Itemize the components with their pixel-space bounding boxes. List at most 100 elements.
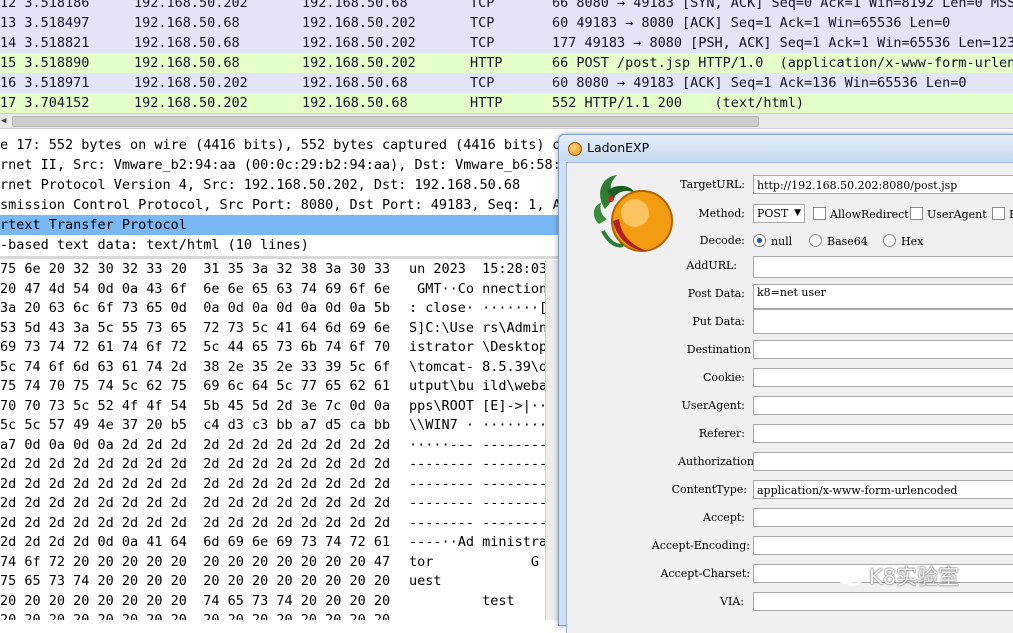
hex-bytes: 74 6f 72 20 20 20 20 20 20 20 20 20 20 2…: [0, 553, 391, 570]
packet-info: 552 HTTP/1.1 200 (text/html): [552, 95, 804, 111]
destination-label: Destination: [686, 343, 751, 356]
decode-hex-radio[interactable]: Hex: [883, 234, 923, 249]
post-data-input[interactable]: k8=net user: [753, 284, 1013, 309]
packet-no: 14 3.518821: [0, 35, 90, 51]
hex-bytes: 2d 2d 2d 2d 2d 2d 2d 2d 2d 2d 2d 2d 2d 2…: [0, 514, 391, 531]
packet-row[interactable]: 13 3.518497 192.168.50.68 192.168.50.202 TC…: [0, 13, 1013, 33]
target-url-label: TargetURL:: [680, 178, 745, 191]
packet-proto: TCP: [470, 0, 495, 11]
referer-input[interactable]: [753, 424, 1013, 443]
cookie-input[interactable]: [753, 368, 1013, 387]
via-input[interactable]: [753, 592, 1013, 611]
packet-bytes-pane[interactable]: 75 6e 20 32 30 32 33 20 31 35 3a 32 38 3…: [0, 260, 560, 620]
put-data-input[interactable]: [753, 309, 1013, 334]
hex-row[interactable]: 75 65 73 74 20 20 20 20 20 20 20 20 20 2…: [0, 572, 560, 592]
user-agent-label: UserAgent:: [681, 399, 745, 412]
packet-list-horizontal-scrollbar[interactable]: ◀: [0, 113, 1013, 129]
packet-info: 60 8080 → 49183 [ACK] Seq=1 Ack=136 Win=…: [552, 75, 967, 91]
packet-proto: TCP: [470, 35, 495, 51]
authorization-input[interactable]: [753, 452, 1013, 471]
hex-ascii: \tomcat- 8.5.39\o: [409, 358, 548, 375]
packet-row[interactable]: 15 3.518890 192.168.50.68 192.168.50.202 HT…: [0, 53, 1013, 73]
hex-ascii: utput\bu ild\weba: [409, 378, 548, 394]
destination-input[interactable]: [753, 340, 1013, 359]
method-select[interactable]: POST ▼: [753, 204, 805, 223]
user-agent-checkbox[interactable]: UserAgent: [910, 207, 987, 221]
user-agent-checkbox-label: UserAgent: [927, 208, 987, 221]
hex-ascii: ·····--- --------: [409, 436, 548, 453]
hex-bytes: 69 73 74 72 61 74 6f 72 5c 44 65 73 6b 7…: [0, 339, 391, 355]
packet-proto: TCP: [470, 75, 495, 91]
hex-row[interactable]: 2d 2d 2d 2d 2d 2d 2d 2d 2d 2d 2d 2d 2d 2…: [0, 494, 560, 514]
packet-row[interactable]: 12 3.518186 192.168.50.202 192.168.50.68 TC…: [0, 0, 1013, 13]
hex-bytes: 20 47 4d 54 0d 0a 43 6f 6e 6e 65 63 74 6…: [0, 280, 391, 297]
accept-input[interactable]: [753, 508, 1013, 527]
packet-src: 192.168.50.202: [134, 75, 248, 91]
hex-row[interactable]: 20 47 4d 54 0d 0a 43 6f 6e 6e 65 63 74 6…: [0, 280, 560, 300]
accept-label: Accept:: [703, 511, 745, 524]
accept-encoding-input[interactable]: [753, 536, 1013, 555]
hex-row[interactable]: 5c 74 6f 6d 63 61 74 2d 38 2e 35 2e 33 3…: [0, 358, 560, 378]
hex-row[interactable]: 2d 2d 2d 2d 2d 2d 2d 2d 2d 2d 2d 2d 2d 2…: [0, 475, 560, 495]
hex-row[interactable]: 20 20 20 20 20 20 20 20 20 20 20 20 20 2…: [0, 611, 560, 620]
content-type-label: ContentType:: [671, 483, 747, 496]
hex-row[interactable]: 75 6e 20 32 30 32 33 20 31 35 3a 32 38 3…: [0, 260, 560, 280]
hex-row[interactable]: 75 74 70 75 74 5c 62 75 69 6c 64 5c 77 6…: [0, 377, 560, 397]
hex-row[interactable]: 3a 20 63 6c 6f 73 65 0d 0a 0d 0a 0d 0a 0…: [0, 299, 560, 319]
hex-row[interactable]: 2d 2d 2d 2d 0d 0a 41 64 6d 69 6e 69 73 7…: [0, 533, 560, 553]
packet-info: 177 49183 → 8080 [PSH, ACK] Seq=1 Ack=1 …: [552, 35, 1013, 51]
packet-list[interactable]: 12 3.518186 192.168.50.202 192.168.50.68 TC…: [0, 0, 1013, 113]
packet-src: 192.168.50.202: [134, 0, 248, 11]
hex-row[interactable]: 69 73 74 72 61 74 6f 72 5c 44 65 73 6b 7…: [0, 338, 560, 358]
allow-redirect-checkbox[interactable]: AllowRedirect: [813, 207, 909, 221]
hex-row[interactable]: 2d 2d 2d 2d 2d 2d 2d 2d 2d 2d 2d 2d 2d 2…: [0, 455, 560, 475]
content-type-input[interactable]: application/x-www-form-urlencoded: [753, 480, 1013, 499]
hex-ascii: : close· ·······[: [409, 300, 548, 316]
hex-bytes: 5c 5c 57 49 4e 37 20 b5 c4 d3 c3 bb a7 d…: [0, 417, 391, 433]
hex-ascii: -------- --------: [409, 514, 548, 531]
hex-bytes: 70 70 73 5c 52 4f 4f 54 5b 45 5d 2d 3e 7…: [0, 397, 391, 414]
user-agent-input[interactable]: [753, 396, 1013, 415]
hex-row[interactable]: 70 70 73 5c 52 4f 4f 54 5b 45 5d 2d 3e 7…: [0, 397, 560, 417]
decode-base64-label: Base64: [827, 235, 868, 248]
packet-proto: TCP: [470, 15, 495, 31]
hex-row[interactable]: 20 20 20 20 20 20 20 20 74 65 73 74 20 2…: [0, 592, 560, 612]
target-url-input[interactable]: http://192.168.50.202:8080/post.jsp: [753, 175, 1013, 194]
hex-bytes: 2d 2d 2d 2d 0d 0a 41 64 6d 69 6e 69 73 7…: [0, 534, 391, 550]
packet-proto: HTTP: [470, 95, 503, 111]
hex-row[interactable]: 2d 2d 2d 2d 2d 2d 2d 2d 2d 2d 2d 2d 2d 2…: [0, 514, 560, 534]
extra-checkbox-label: E: [1009, 208, 1013, 221]
hex-ascii: ----··Ad ministra: [409, 534, 548, 550]
hex-ascii: -------- --------: [409, 475, 548, 492]
decode-null-radio[interactable]: null: [753, 234, 792, 249]
window-title: LadonEXP: [587, 140, 650, 155]
packet-bytes-vertical-scrollbar[interactable]: [545, 260, 559, 620]
hex-row[interactable]: 74 6f 72 20 20 20 20 20 20 20 20 20 20 2…: [0, 553, 560, 573]
hex-bytes: 5c 74 6f 6d 63 61 74 2d 38 2e 35 2e 33 3…: [0, 358, 391, 375]
packet-row[interactable]: 14 3.518821 192.168.50.68 192.168.50.202 TC…: [0, 33, 1013, 53]
packet-row[interactable]: 16 3.518971 192.168.50.202 192.168.50.68 TC…: [0, 73, 1013, 93]
add-url-input[interactable]: [753, 256, 1013, 278]
ladon-exp-window[interactable]: LadonEXP TargetURL: http://192.168.50.20…: [558, 134, 1013, 633]
packet-no: 17 3.704152: [0, 95, 90, 111]
scrollbar-thumb[interactable]: [12, 116, 759, 127]
watermark-text: K8实验室: [869, 565, 960, 589]
method-label: Method:: [698, 207, 745, 220]
packet-no: 15 3.518890: [0, 55, 90, 71]
hex-bytes: 3a 20 63 6c 6f 73 65 0d 0a 0d 0a 0d 0a 0…: [0, 300, 391, 316]
hex-bytes: 20 20 20 20 20 20 20 20 74 65 73 74 20 2…: [0, 592, 391, 609]
via-label: VIA:: [720, 595, 744, 608]
hex-row[interactable]: 5c 5c 57 49 4e 37 20 b5 c4 d3 c3 bb a7 d…: [0, 416, 560, 436]
packet-dst: 192.168.50.202: [302, 55, 416, 71]
checkbox-box: [813, 207, 826, 220]
window-titlebar[interactable]: LadonEXP: [559, 135, 1013, 161]
extra-checkbox[interactable]: E: [992, 207, 1013, 221]
scroll-left-arrow-icon[interactable]: ◀: [1, 114, 6, 128]
packet-no: 13 3.518497: [0, 15, 90, 31]
packet-row[interactable]: 17 3.704152 192.168.50.202 192.168.50.68 HT…: [0, 93, 1013, 113]
add-url-label: AddURL:: [686, 259, 737, 272]
decode-base64-radio[interactable]: Base64: [809, 234, 868, 249]
hex-row[interactable]: 53 5d 43 3a 5c 55 73 65 72 73 5c 41 64 6…: [0, 319, 560, 339]
hex-row[interactable]: a7 0d 0a 0d 0a 2d 2d 2d 2d 2d 2d 2d 2d 2…: [0, 436, 560, 456]
decode-hex-label: Hex: [901, 235, 924, 248]
